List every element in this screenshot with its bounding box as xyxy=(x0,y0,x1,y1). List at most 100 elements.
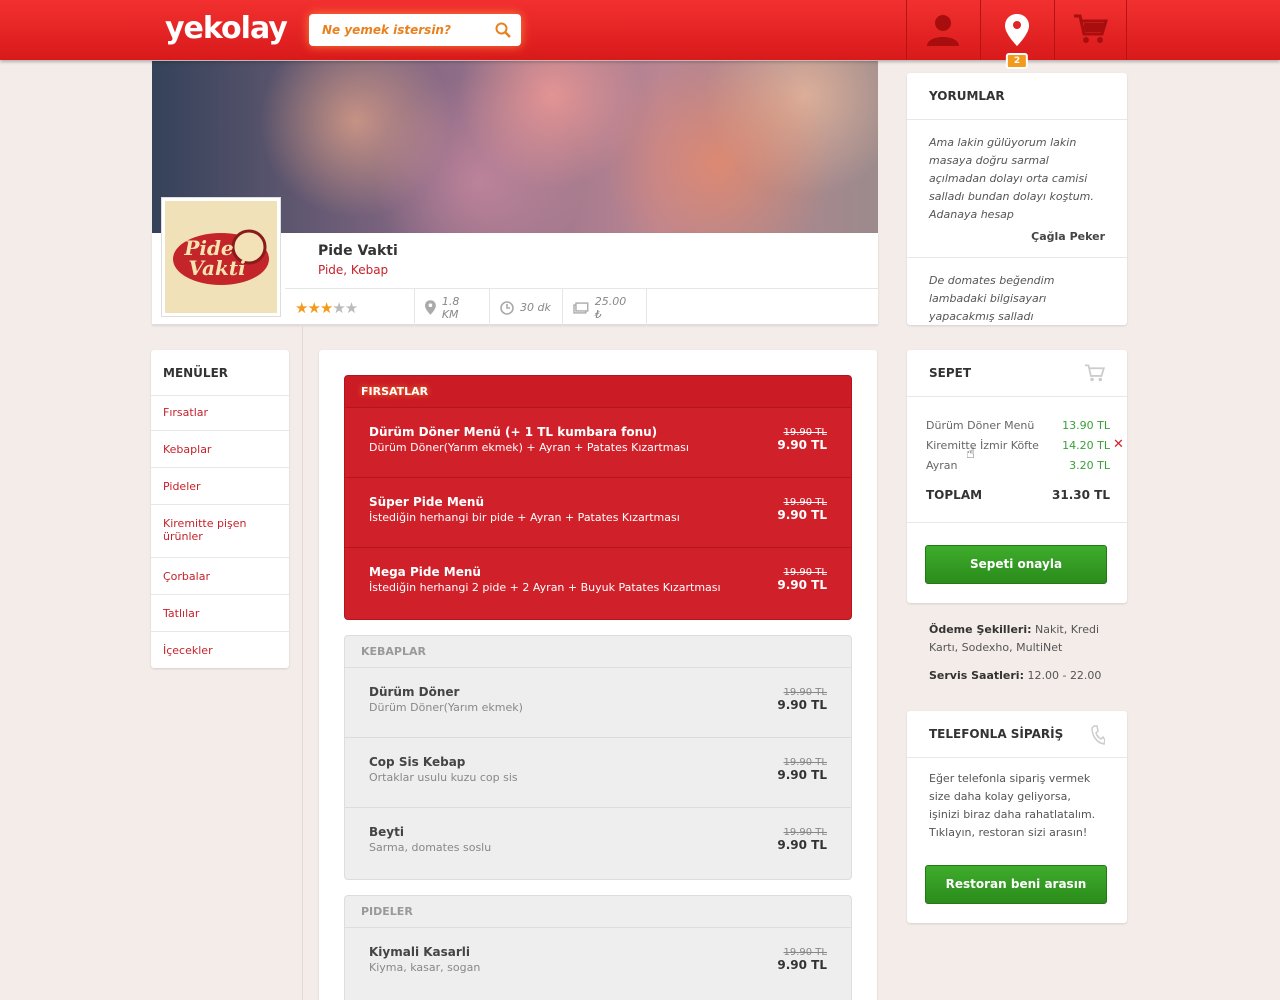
location-button[interactable]: 2 xyxy=(980,0,1053,69)
menu-categories: MENÜLER Fırsatlar Kebaplar Pideler Kirem… xyxy=(151,350,289,668)
old-price: 19.90 TL xyxy=(783,427,828,438)
hand-cursor-icon: ☝ xyxy=(966,444,976,462)
item-name: Mega Pide Menü xyxy=(369,565,481,579)
reviews-title: YORUMLAR xyxy=(907,73,1127,120)
item-desc: İstediğin herhangi bir pide + Ayran + Pa… xyxy=(369,511,680,524)
item-name: Kiymali Kasarli xyxy=(369,945,471,959)
old-price: 19.90 TL xyxy=(783,567,828,578)
item-price: 19.90 TL 9.90 TL xyxy=(777,947,827,972)
item-desc: Ortaklar usulu kuzu cop sis xyxy=(369,771,518,784)
search-box[interactable] xyxy=(309,14,521,46)
svg-text:Vakti: Vakti xyxy=(188,256,245,280)
user-account-button[interactable] xyxy=(906,0,979,60)
menu-item-row[interactable]: Kiymali Kasarli Kiyma, kasar, sogan 19.9… xyxy=(345,928,851,998)
confirm-cart-button[interactable]: Sepeti onayla xyxy=(925,545,1107,584)
item-price: 19.90 TL 9.90 TL xyxy=(777,567,827,592)
min-order-stat: 25.00 ₺ xyxy=(563,289,647,326)
section-firsatlar: FIRSATLAR Dürüm Döner Menü (+ 1 TL kumba… xyxy=(344,375,852,620)
item-price: 19.90 TL 9.90 TL xyxy=(777,497,827,522)
section-kebaplar: KEBAPLAR Dürüm Döner Dürüm Döner(Yarım e… xyxy=(344,635,852,880)
call-me-button[interactable]: Restoran beni arasın xyxy=(925,865,1107,904)
hours-value: 12.00 - 22.00 xyxy=(1027,669,1102,682)
min-order-value: 25.00 ₺ xyxy=(594,294,627,321)
review-text: Ama lakin gülüyorum lakin masaya doğru s… xyxy=(929,136,1094,221)
section-title: PIDELER xyxy=(345,896,851,928)
item-desc: Sarma, domates soslu xyxy=(369,841,492,854)
user-icon xyxy=(927,15,959,46)
phone-order-title: TELEFONLA SİPARİŞ xyxy=(907,711,1127,758)
search-icon[interactable] xyxy=(495,22,511,38)
item-price: 19.90 TL 9.90 TL xyxy=(777,687,827,712)
restaurant-name: Pide Vakti xyxy=(318,243,398,259)
search-input[interactable] xyxy=(309,14,479,46)
menu-item-row[interactable]: Süper Pide Menü İstediğin herhangi bir p… xyxy=(345,478,851,548)
distance-value: 1.8 KM xyxy=(441,294,460,321)
item-price: 19.90 TL 9.90 TL xyxy=(777,427,827,452)
menu-item-row[interactable]: Dürüm Döner Menü (+ 1 TL kumbara fonu) D… xyxy=(345,408,851,478)
cart-line-name: Ayran xyxy=(926,459,958,472)
restaurant-category[interactable]: Pide, Kebap xyxy=(318,263,388,277)
delivery-time-value: 30 dk xyxy=(520,301,551,314)
restaurant-logo: Pide Vakti xyxy=(161,197,281,317)
menu-item-kebaplar[interactable]: Kebaplar xyxy=(151,431,289,468)
new-price: 9.90 TL xyxy=(777,438,827,452)
column-divider xyxy=(302,326,303,1000)
item-name: Cop Sis Kebap xyxy=(369,755,466,769)
old-price: 19.90 TL xyxy=(783,947,828,958)
review-author: Çağla Peker xyxy=(1031,230,1105,243)
item-name: Beyti xyxy=(369,825,404,839)
old-price: 19.90 TL xyxy=(783,497,828,508)
reviews-panel: YORUMLAR Ama lakin gülüyorum lakin masay… xyxy=(907,73,1127,325)
location-pin-icon xyxy=(425,300,436,315)
review-text: De domates beğendim lambadaki bilgisayar… xyxy=(929,274,1055,323)
payment-label: Ödeme Şekilleri: xyxy=(929,623,1032,636)
menu-categories-title: MENÜLER xyxy=(151,350,289,396)
new-price: 9.90 TL xyxy=(777,958,827,972)
location-badge: 2 xyxy=(1005,53,1029,69)
divider xyxy=(907,522,1127,523)
item-desc: Kiyma, kasar, sogan xyxy=(369,961,481,974)
new-price: 9.90 TL xyxy=(777,838,827,852)
menu-item-pideler[interactable]: Pideler xyxy=(151,468,289,505)
menu-item-row[interactable]: Cop Sis Kebap Ortaklar usulu kuzu cop si… xyxy=(345,738,851,808)
menu-item-kiremitte[interactable]: Kiremitte pişen ürünler xyxy=(151,505,289,558)
cart-button[interactable] xyxy=(1054,0,1127,60)
old-price: 19.90 TL xyxy=(783,827,828,838)
item-desc: Dürüm Döner(Yarım ekmek) + Ayran + Patat… xyxy=(369,441,689,454)
new-price: 9.90 TL xyxy=(777,508,827,522)
cart-total-value: 31.30 TL xyxy=(1052,488,1110,502)
menu-item-firsatlar[interactable]: Fırsatlar xyxy=(151,396,289,431)
cart-title: SEPET xyxy=(907,350,1127,397)
menu-item-icecekler[interactable]: İçecekler xyxy=(151,632,289,669)
item-name: Dürüm Döner Menü (+ 1 TL kumbara fonu) xyxy=(369,425,658,439)
section-title: FIRSATLAR xyxy=(345,376,851,408)
item-desc: Dürüm Döner(Yarım ekmek) xyxy=(369,701,523,714)
top-header: yekolay 2 xyxy=(0,0,1280,69)
remove-item-icon[interactable]: ✕ xyxy=(1113,437,1124,452)
menu-item-row[interactable]: Mega Pide Menü İstediğin herhangi 2 pide… xyxy=(345,548,851,618)
star-rating: ★★★★★ xyxy=(295,298,358,317)
review-item: Ama lakin gülüyorum lakin masaya doğru s… xyxy=(907,120,1127,258)
menu-item-row[interactable]: Beyti Sarma, domates soslu 19.90 TL 9.90 … xyxy=(345,808,851,878)
cart-total-label: TOPLAM xyxy=(926,488,983,502)
distance-stat: 1.8 KM xyxy=(415,289,490,326)
menu-item-row[interactable]: Dürüm Döner Dürüm Döner(Yarım ekmek) 19.… xyxy=(345,668,851,738)
phone-order-title-text: TELEFONLA SİPARİŞ xyxy=(929,727,1064,741)
restaurant-stats: ★★★★★ 1.8 KM 30 dk 25.00 ₺ xyxy=(285,288,878,326)
item-price: 19.90 TL 9.90 TL xyxy=(777,757,827,782)
menu-item-tatlilar[interactable]: Tatlılar xyxy=(151,595,289,632)
item-price: 19.90 TL 9.90 TL xyxy=(777,827,827,852)
section-title: KEBAPLAR xyxy=(345,636,851,668)
item-desc: İstediğin herhangi 2 pide + 2 Ayran + Bu… xyxy=(369,581,721,594)
pide-vakti-logo-icon: Pide Vakti xyxy=(173,229,269,285)
cart-line-name: Dürüm Döner Menü xyxy=(926,419,1035,432)
new-price: 9.90 TL xyxy=(777,698,827,712)
reviews-title-text: YORUMLAR xyxy=(929,89,1005,103)
review-item: De domates beğendim lambadaki bilgisayar… xyxy=(907,258,1127,325)
location-pin-icon xyxy=(1005,14,1029,46)
clock-icon xyxy=(500,300,514,315)
cart-title-text: SEPET xyxy=(929,366,972,380)
old-price: 19.90 TL xyxy=(783,757,828,768)
menu-item-corbalar[interactable]: Çorbalar xyxy=(151,558,289,595)
site-logo[interactable]: yekolay xyxy=(165,11,288,46)
